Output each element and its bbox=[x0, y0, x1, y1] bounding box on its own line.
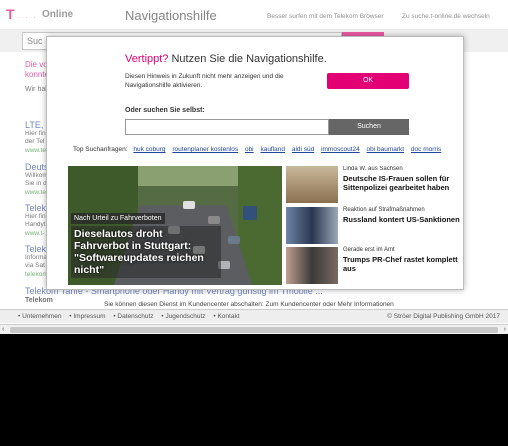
news-title[interactable]: Russland kontert US-Sanktionen bbox=[343, 215, 461, 224]
copyright: © Ströer Digital Publishing GmbH 2017 bbox=[387, 313, 500, 320]
footer-link-impressum[interactable]: • Impressum bbox=[69, 313, 105, 320]
top-searches-label: Top Suchanfragen: bbox=[73, 146, 128, 153]
news-thumbnail bbox=[286, 207, 338, 244]
news-item[interactable]: Linda W. aus Sachsen Deutsche IS-Frauen … bbox=[286, 166, 462, 204]
scroll-right-icon[interactable]: › bbox=[504, 325, 506, 335]
car-shape bbox=[228, 236, 240, 244]
news-thumbnail bbox=[286, 166, 338, 203]
top-search-link[interactable]: huk coburg bbox=[133, 146, 165, 153]
news-kicker: Gerade erst im Amt bbox=[343, 247, 395, 253]
scrollbar-thumb[interactable] bbox=[10, 327, 498, 333]
top-search-link[interactable]: routenplaner kostenlos bbox=[172, 146, 238, 153]
modal-hint: Diesen Hinweis in Zukunft nicht mehr anz… bbox=[125, 73, 284, 89]
car-shape bbox=[243, 206, 257, 220]
top-search-link[interactable]: kaufland bbox=[260, 146, 285, 153]
footer-links: • Unternehmen • Impressum • Datenschutz … bbox=[18, 313, 246, 320]
hero-kicker: Nach Urteil zu Fahrverboten bbox=[71, 213, 165, 224]
news-kicker: Reaktion auf Strafmaßnahmen bbox=[343, 207, 425, 213]
hero-news[interactable]: Nach Urteil zu Fahrverboten Dieselautos … bbox=[68, 166, 282, 285]
news-kicker: Linda W. aus Sachsen bbox=[343, 166, 403, 172]
ok-button[interactable]: OK bbox=[327, 73, 409, 89]
news-title[interactable]: Deutsche IS-Frauen sollen für Sittenpoli… bbox=[343, 174, 461, 192]
top-searches: Top Suchanfragen: huk coburg routenplane… bbox=[73, 146, 446, 153]
navigationshilfe-modal: Vertippt? Nutzen Sie die Navigationshilf… bbox=[46, 36, 464, 290]
hero-image-sky bbox=[128, 166, 238, 186]
top-search-link[interactable]: aldi süd bbox=[292, 146, 314, 153]
kundencenter-notice: Sie können diesen Dienst im Kundencenter… bbox=[104, 301, 394, 308]
footer-link-unternehmen[interactable]: • Unternehmen bbox=[18, 313, 61, 320]
footer-link-jugendschutz[interactable]: • Jugendschutz bbox=[161, 313, 205, 320]
modal-title: Vertippt? Nutzen Sie die Navigationshilf… bbox=[125, 53, 327, 65]
footer: • Unternehmen • Impressum • Datenschutz … bbox=[0, 309, 508, 323]
news-thumbnail bbox=[286, 247, 338, 284]
top-search-link[interactable]: immoscout24 bbox=[321, 146, 360, 153]
modal-search-input[interactable] bbox=[125, 119, 329, 135]
or-search-label: Oder suchen Sie selbst: bbox=[125, 107, 205, 114]
news-item[interactable]: Reaktion auf Strafmaßnahmen Russland kon… bbox=[286, 207, 462, 245]
top-search-link[interactable]: obi bbox=[245, 146, 254, 153]
footer-link-kontakt[interactable]: • Kontakt bbox=[213, 313, 239, 320]
news-title[interactable]: Trumps PR-Chef rastet komplett aus bbox=[343, 255, 461, 273]
hero-headline[interactable]: Dieselautos droht Fahrverbot in Stuttgar… bbox=[71, 226, 221, 278]
top-search-link[interactable]: doc morris bbox=[411, 146, 441, 153]
news-item[interactable]: Gerade erst im Amt Trumps PR-Chef rastet… bbox=[286, 247, 462, 285]
page: T · · · Online Navigationshilfe Besser s… bbox=[0, 0, 508, 324]
top-search-link[interactable]: obi baumarkt bbox=[367, 146, 405, 153]
footer-link-datenschutz[interactable]: • Datenschutz bbox=[113, 313, 153, 320]
modal-search-button[interactable]: Suchen bbox=[329, 119, 409, 135]
car-shape bbox=[208, 216, 220, 224]
scroll-left-icon[interactable]: ‹ bbox=[2, 325, 4, 335]
modal-title-text: Nutzen Sie die Navigationshilfe. bbox=[168, 53, 327, 65]
horizontal-scrollbar[interactable]: ‹ › bbox=[0, 324, 508, 334]
modal-title-accent: Vertippt? bbox=[125, 53, 169, 65]
car-shape bbox=[183, 201, 195, 209]
